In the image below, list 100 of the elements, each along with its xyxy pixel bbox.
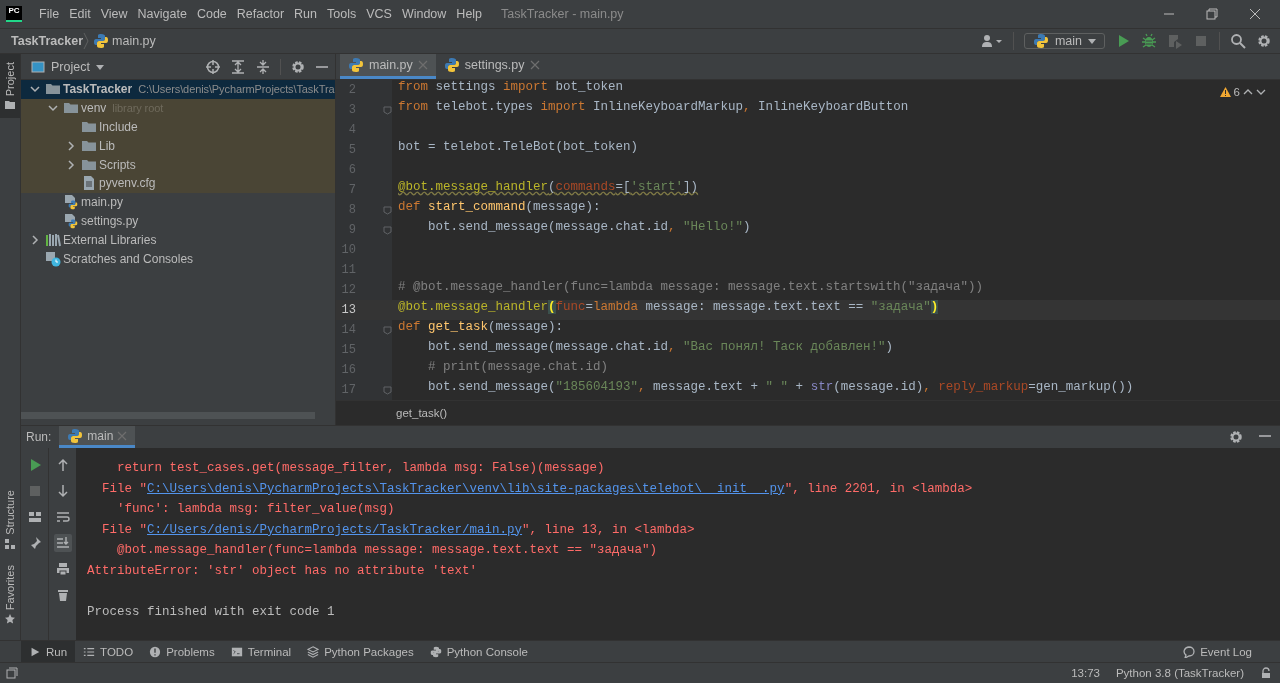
code-line: def start_command(message): <box>398 200 601 214</box>
expand-all-icon[interactable] <box>230 58 246 75</box>
menu-item[interactable]: Code <box>191 7 232 21</box>
menu-item[interactable]: Refactor <box>231 7 290 21</box>
interpreter-selector[interactable]: Python 3.8 (TaskTracker) <box>1115 667 1244 679</box>
file-link[interactable]: C:\Users\denis\PycharmProjects\TaskTracker\venv\lib\site-packages\telebot\__init__.py <box>147 481 785 496</box>
breadcrumb[interactable]: TaskTracker <box>11 34 84 48</box>
warning-count[interactable]: 6 <box>1219 86 1240 98</box>
tool-window-button[interactable]: Terminal <box>222 641 300 662</box>
console-line: 'func': lambda msg: filter_value(msg) <box>116 501 395 519</box>
menu-item[interactable]: VCS <box>361 7 397 21</box>
settings-icon[interactable] <box>1228 429 1244 445</box>
menu-item[interactable]: Tools <box>322 7 362 21</box>
close-icon[interactable] <box>1249 8 1261 20</box>
tool-window-button[interactable]: Python Console <box>421 641 536 662</box>
tool-window-button[interactable]: Run <box>21 641 76 662</box>
code-line: bot.send_message(message.chat.id, "Hello!") <box>427 220 751 234</box>
menu-item[interactable]: Run <box>289 7 322 21</box>
editor-tab[interactable]: main.py <box>340 54 436 79</box>
scroll-to-end-icon <box>55 536 70 550</box>
delete-icon <box>55 588 70 602</box>
breadcrumb[interactable]: main.py <box>93 33 156 49</box>
code-line: # @bot.message_handler(func=lambda message: message.text.startswith("задача")) <box>398 280 984 294</box>
file-icon <box>81 175 97 192</box>
structure-icon <box>5 538 15 549</box>
event-log-button[interactable]: Event Log <box>1175 641 1260 662</box>
previous-icon[interactable] <box>1243 87 1253 97</box>
window-title: TaskTracker - main.py <box>501 7 625 21</box>
layout-icon <box>27 510 42 524</box>
editor-tab[interactable]: settings.py <box>435 54 548 79</box>
caret-position[interactable]: 13:73 <box>1071 667 1100 679</box>
tree-item[interactable]: Scripts <box>21 155 335 174</box>
python-file-icon <box>93 33 110 49</box>
tree-item[interactable]: settings.py <box>21 211 335 231</box>
menu-item[interactable]: Edit <box>64 7 96 21</box>
menu-item[interactable]: View <box>95 7 133 21</box>
settings-icon[interactable] <box>290 58 306 75</box>
fold-marker-icon[interactable] <box>382 225 392 235</box>
next-icon[interactable] <box>1256 87 1266 97</box>
tree-item[interactable]: Lib <box>21 136 335 156</box>
terminal-icon <box>230 645 243 658</box>
code-line: from settings import bot_token <box>398 80 624 94</box>
settings-icon[interactable] <box>1256 33 1272 49</box>
console-line: File "C:/Users/denis/PycharmProjects/TaskTracker/main.py", line 13, in <lambda> <box>101 521 695 539</box>
fold-marker-icon[interactable] <box>382 385 392 395</box>
problems-icon <box>149 645 162 658</box>
project-view-dropdown[interactable]: Project <box>27 59 108 74</box>
python-icon <box>1032 33 1049 49</box>
code-line: bot.send_message("185604193", message.text + " " + str(message.id), reply_markup=gen_markup()) <box>427 380 1134 394</box>
fold-marker-icon[interactable] <box>382 205 392 215</box>
scrollbar[interactable] <box>21 412 315 419</box>
collapse-all-icon[interactable] <box>255 58 271 75</box>
breadcrumb[interactable]: get_task() <box>396 407 448 419</box>
console-icon <box>429 645 442 658</box>
file-link[interactable]: C:/Users/denis/PycharmProjects/TaskTracker/main.py <box>147 522 523 537</box>
tool-window-toggle-icon[interactable] <box>6 667 18 679</box>
tree-item[interactable]: Scratches and Consoles <box>21 249 335 268</box>
run-icon <box>29 645 41 658</box>
caret-icon <box>95 62 104 71</box>
code-line: from telebot.types import InlineKeyboardMarkup, InlineKeyboardButton <box>398 100 909 114</box>
tool-window-tab[interactable]: Structure <box>0 482 20 557</box>
locate-icon[interactable] <box>205 58 221 75</box>
scroll-to-end-button[interactable] <box>53 534 72 552</box>
console-line: AttributeError: 'str' object has no attribute 'text' <box>87 562 478 580</box>
tool-window-tab[interactable]: Favorites <box>0 556 20 632</box>
print-icon <box>55 562 70 576</box>
tree-item-hint: C:\Users\denis\PycharmProjects\TaskTra <box>138 83 335 96</box>
tool-window-tab[interactable]: Project <box>0 54 20 119</box>
debug-icon[interactable] <box>1141 33 1157 49</box>
tree-item[interactable]: External Libraries <box>21 230 335 250</box>
lock-icon[interactable] <box>1260 667 1272 679</box>
python-file-icon <box>63 212 79 229</box>
scratches-icon <box>45 250 61 267</box>
restore-icon[interactable] <box>1206 8 1218 20</box>
menu-item[interactable]: Navigate <box>132 7 192 21</box>
python-icon <box>67 427 84 444</box>
menu-item[interactable]: Window <box>396 7 452 21</box>
tool-window-button[interactable]: TODO <box>75 641 142 662</box>
run-tab[interactable]: main <box>59 426 136 448</box>
panel-icon <box>31 59 45 74</box>
fold-marker-icon[interactable] <box>382 105 392 115</box>
tool-window-button[interactable]: Problems <box>141 641 223 662</box>
tree-item[interactable]: TaskTracker C:\Users\denis\PycharmProjects\TaskTra <box>21 80 335 99</box>
menu-item[interactable]: File <box>34 7 65 21</box>
menu-item[interactable]: Help <box>451 7 488 21</box>
code-line: def get_task(message): <box>398 320 564 334</box>
caret-icon <box>1088 37 1096 45</box>
code-line: bot = telebot.TeleBot(bot_token) <box>398 140 639 154</box>
code-line: bot.send_message(message.chat.id, "Вас понял! Таск добавлен!") <box>427 340 894 354</box>
breadcrumb-separator-icon <box>83 32 90 50</box>
stop-icon <box>27 484 42 498</box>
user-icon[interactable] <box>980 33 1003 49</box>
tool-window-button[interactable]: Python Packages <box>299 641 422 662</box>
libraries-icon <box>45 231 61 248</box>
warning-icon <box>1219 86 1231 98</box>
search-icon[interactable] <box>1230 33 1246 49</box>
run-configuration-dropdown[interactable]: main <box>1023 33 1105 49</box>
fold-marker-icon[interactable] <box>382 325 392 335</box>
tree-item[interactable]: main.py <box>21 192 335 212</box>
python-file-icon <box>443 57 460 73</box>
